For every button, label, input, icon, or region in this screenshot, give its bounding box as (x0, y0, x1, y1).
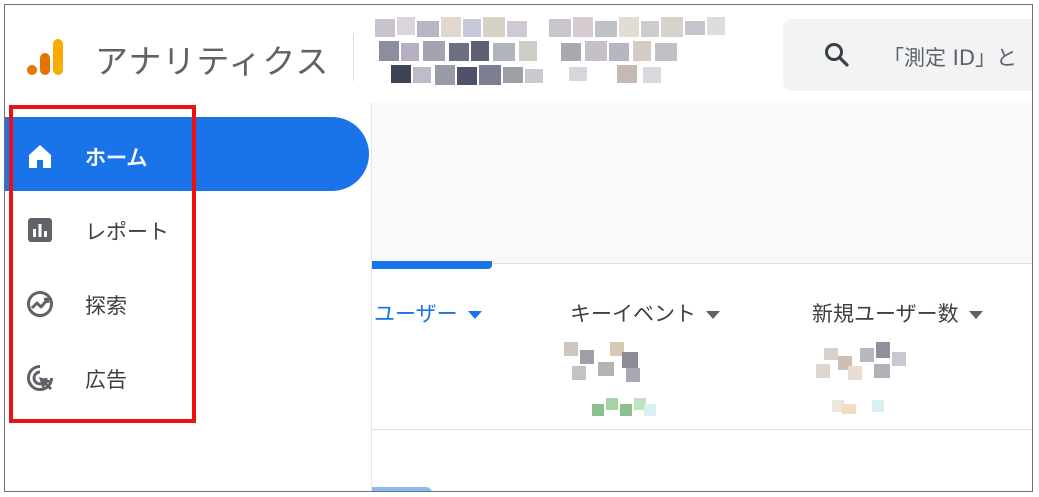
metric-key-events[interactable]: キーイベント (564, 298, 720, 428)
search-icon (825, 43, 849, 67)
nav-highlight-box (9, 105, 196, 423)
metric-key-events-label-row: キーイベント (570, 298, 720, 328)
top-card-area (372, 103, 1032, 264)
top-bar: アナリティクス 「測定 ID」と (5, 5, 1032, 104)
chart-line-fragment (372, 487, 432, 491)
dropdown-caret-icon[interactable] (467, 311, 482, 319)
metric-users-label: ユーザー (374, 302, 458, 326)
analytics-logo-icon (27, 39, 63, 75)
metric-new-users-label: 新規ユーザー数 (812, 302, 959, 326)
metric-new-users-label-row: 新規ユーザー数 (812, 298, 983, 328)
dropdown-caret-icon[interactable] (968, 311, 983, 319)
metric-key-events-label: キーイベント (570, 302, 696, 326)
metric-users[interactable]: ユーザー (374, 298, 482, 428)
header-divider (353, 33, 354, 81)
metric-new-users[interactable]: 新規ユーザー数 (812, 298, 983, 428)
section-divider (372, 429, 1032, 430)
dropdown-caret-icon[interactable] (706, 311, 720, 319)
metric-users-label-row: ユーザー (374, 298, 482, 328)
account-selector-redacted[interactable] (373, 15, 753, 91)
app-title: アナリティクス (95, 42, 330, 81)
main-content: ユーザー キーイベント 新規ユーザー数 (372, 103, 1032, 491)
selected-tab-indicator (372, 261, 492, 269)
metric-new-users-value-redacted (812, 342, 932, 422)
search-placeholder: 「測定 ID」と (883, 46, 1018, 70)
metric-key-events-value-redacted (564, 342, 690, 422)
app-window: アナリティクス 「測定 ID」と ホーム レポート 探索 広告 ユーザー キーイ… (4, 4, 1033, 492)
search-box[interactable]: 「測定 ID」と (783, 19, 1032, 91)
